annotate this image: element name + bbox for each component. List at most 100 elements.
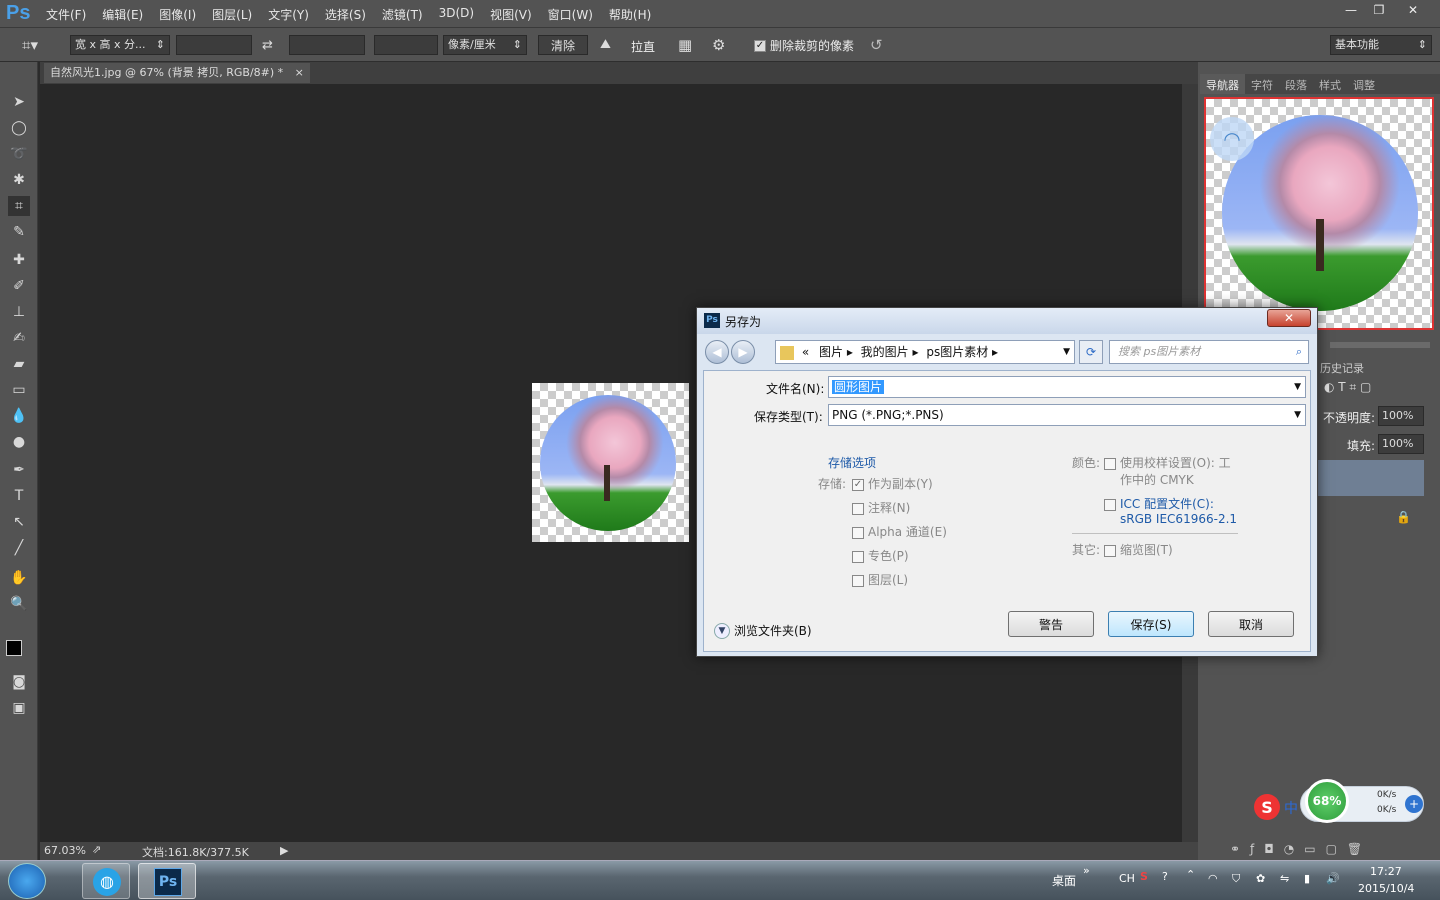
layer-row-background[interactable]: 🔒 xyxy=(1318,500,1424,536)
dodge-tool-icon[interactable]: ● xyxy=(8,432,30,452)
tray-shield-icon[interactable]: ⛉ xyxy=(1232,872,1240,886)
clock-time[interactable]: 17:27 xyxy=(1370,865,1402,878)
tray-expand-icon[interactable]: ⌃ xyxy=(1186,868,1195,881)
menu-filter[interactable]: 滤镜(T) xyxy=(382,6,423,23)
resolution-unit-select[interactable]: 像素/厘米 ⇕ xyxy=(443,35,527,55)
crop-resolution-field[interactable] xyxy=(374,35,438,55)
navigator-zoom-slider[interactable] xyxy=(1330,342,1430,348)
option-notes[interactable]: 注释(N) xyxy=(852,499,910,516)
opacity-field[interactable]: 100% xyxy=(1378,406,1424,426)
blur-tool-icon[interactable]: 💧 xyxy=(8,406,30,426)
pen-tool-icon[interactable]: ✒ xyxy=(8,460,30,480)
document-tab[interactable]: 自然风光1.jpg @ 67% (背景 拷贝, RGB/8#) * × xyxy=(44,63,310,83)
toolbar-expand-icon[interactable]: » xyxy=(1083,864,1090,877)
clock-date[interactable]: 2015/10/4 xyxy=(1358,882,1414,895)
type-tool-icon[interactable]: T xyxy=(8,486,30,506)
address-dropdown-icon[interactable]: ▼ xyxy=(1063,341,1070,363)
crop-height-field[interactable] xyxy=(289,35,365,55)
start-orb-icon[interactable] xyxy=(8,863,46,899)
zoom-tool-icon[interactable]: 🔍 xyxy=(8,594,30,614)
desktop-toolbar-label[interactable]: 桌面 xyxy=(1052,872,1076,889)
menu-select[interactable]: 选择(S) xyxy=(325,6,366,23)
taskbar-photoshop-button[interactable]: Ps xyxy=(138,863,196,899)
gear-icon[interactable]: ⚙ xyxy=(712,36,725,54)
crop-tool-active-icon[interactable]: ⌗ xyxy=(8,196,30,216)
navigator-preview[interactable]: ◠ xyxy=(1204,97,1434,330)
option-proof[interactable]: 使用校样设置(O): 工 xyxy=(1104,454,1231,471)
quick-mask-icon[interactable]: ◙ xyxy=(8,672,30,692)
screen-mode-icon[interactable]: ▣ xyxy=(8,698,30,718)
option-alpha[interactable]: Alpha 通道(E) xyxy=(852,523,947,540)
breadcrumb-overflow[interactable]: « xyxy=(802,345,809,359)
tray-sogou-icon[interactable]: S xyxy=(1140,870,1148,883)
clear-button[interactable]: 清除 xyxy=(538,35,588,55)
gradient-tool-icon[interactable]: ▭ xyxy=(8,380,30,400)
grid-overlay-icon[interactable]: ▦ xyxy=(678,36,692,54)
filename-dropdown-icon[interactable]: ▼ xyxy=(1294,377,1301,397)
tray-app-icon[interactable]: ✿ xyxy=(1256,872,1265,885)
filetype-dropdown-icon[interactable]: ▼ xyxy=(1294,405,1301,425)
ime-mode-label[interactable]: 中 xyxy=(1284,798,1298,818)
tab-paragraph[interactable]: 段落 xyxy=(1279,74,1313,94)
eraser-tool-icon[interactable]: ▰ xyxy=(8,354,30,374)
save-button[interactable]: 保存(S) xyxy=(1108,611,1194,637)
tray-help-icon[interactable]: ? xyxy=(1162,870,1168,883)
delete-cropped-checkbox[interactable]: ✓ 删除裁剪的像素 xyxy=(754,37,854,54)
back-arrow-icon[interactable]: ◀ xyxy=(705,340,729,364)
layers-footer-icons[interactable]: ⚭ƒ◘◔▭▢🗑 xyxy=(1230,842,1440,860)
browse-folders-toggle[interactable]: ▼ 浏览文件夹(B) xyxy=(714,622,812,639)
menu-type[interactable]: 文字(Y) xyxy=(268,6,309,23)
tab-styles[interactable]: 样式 xyxy=(1313,74,1347,94)
menu-3d[interactable]: 3D(D) xyxy=(439,6,474,23)
forward-arrow-icon[interactable]: ▶ xyxy=(731,340,755,364)
tray-volume-icon[interactable]: 🔊 xyxy=(1326,872,1340,885)
foreground-color-swatch[interactable] xyxy=(6,640,22,656)
option-spot[interactable]: 专色(P) xyxy=(852,547,909,564)
crop-tool-icon[interactable]: ⌗▾ xyxy=(22,36,38,54)
fill-field[interactable]: 100% xyxy=(1378,434,1424,454)
breadcrumb-my-pictures[interactable]: 我的图片 xyxy=(861,345,909,359)
dialog-close-button[interactable]: ✕ xyxy=(1267,309,1311,327)
option-as-copy[interactable]: ✓ 作为副本(Y) xyxy=(852,475,933,492)
sogou-ime-icon[interactable]: S xyxy=(1254,794,1280,820)
breadcrumb-ps-materials[interactable]: ps图片素材 xyxy=(926,345,988,359)
tab-adjustments[interactable]: 调整 xyxy=(1347,74,1381,94)
crop-ratio-select[interactable]: 宽 x 高 x 分... ⇕ xyxy=(70,35,170,55)
swap-icon[interactable]: ⇄ xyxy=(262,38,273,53)
document-tab-close-icon[interactable]: × xyxy=(295,66,304,79)
healing-brush-tool-icon[interactable]: ✚ xyxy=(8,250,30,270)
stamp-tool-icon[interactable]: ⊥ xyxy=(8,302,30,322)
menu-layer[interactable]: 图层(L) xyxy=(212,6,252,23)
search-icon[interactable]: ⌕ xyxy=(1296,341,1302,363)
refresh-icon[interactable]: ⟳ xyxy=(1079,340,1103,364)
status-menu-arrow-icon[interactable]: ▶ xyxy=(280,844,288,857)
widget-plus-icon[interactable]: + xyxy=(1405,795,1423,813)
breadcrumb-pictures[interactable]: 图片 xyxy=(819,345,843,359)
menu-file[interactable]: 文件(F) xyxy=(46,6,86,23)
menu-image[interactable]: 图像(I) xyxy=(159,6,196,23)
hand-tool-icon[interactable]: ✋ xyxy=(8,568,30,588)
marquee-tool-icon[interactable]: ◯ xyxy=(8,118,30,138)
layer-row-selected[interactable] xyxy=(1318,460,1424,496)
close-app-button[interactable]: ✕ xyxy=(1396,0,1430,20)
menu-window[interactable]: 窗口(W) xyxy=(548,6,593,23)
move-tool-icon[interactable]: ➤ xyxy=(8,92,30,112)
network-speed-widget[interactable]: 68% 0K/s 0K/s + xyxy=(1300,779,1424,823)
menu-help[interactable]: 帮助(H) xyxy=(609,6,651,23)
option-icc[interactable]: ICC 配置文件(C): xyxy=(1104,495,1214,512)
restore-button[interactable]: ❐ xyxy=(1362,0,1396,20)
taskbar-browser-button[interactable]: ◍ xyxy=(82,863,130,899)
eyedropper-tool-icon[interactable]: ✎ xyxy=(8,222,30,242)
magic-wand-tool-icon[interactable]: ✱ xyxy=(8,170,30,190)
option-layers[interactable]: 图层(L) xyxy=(852,571,908,588)
reset-icon[interactable]: ↺ xyxy=(870,36,883,54)
layer-lock-icons[interactable]: ◐ T ⌗ ▢ xyxy=(1324,380,1371,395)
straighten-icon[interactable]: ⛰ xyxy=(600,37,611,52)
menu-edit[interactable]: 编辑(E) xyxy=(102,6,143,23)
history-panel-label[interactable]: 历史记录 xyxy=(1320,360,1364,376)
address-breadcrumb[interactable]: « 图片 ▸ 我的图片 ▸ ps图片素材 ▸ ▼ xyxy=(775,340,1075,364)
brush-tool-icon[interactable]: ✐ xyxy=(8,276,30,296)
menu-view[interactable]: 视图(V) xyxy=(490,6,532,23)
workspace-select[interactable]: 基本功能 ⇕ xyxy=(1330,35,1432,55)
tray-network-icon[interactable]: ⇋ xyxy=(1280,872,1289,885)
